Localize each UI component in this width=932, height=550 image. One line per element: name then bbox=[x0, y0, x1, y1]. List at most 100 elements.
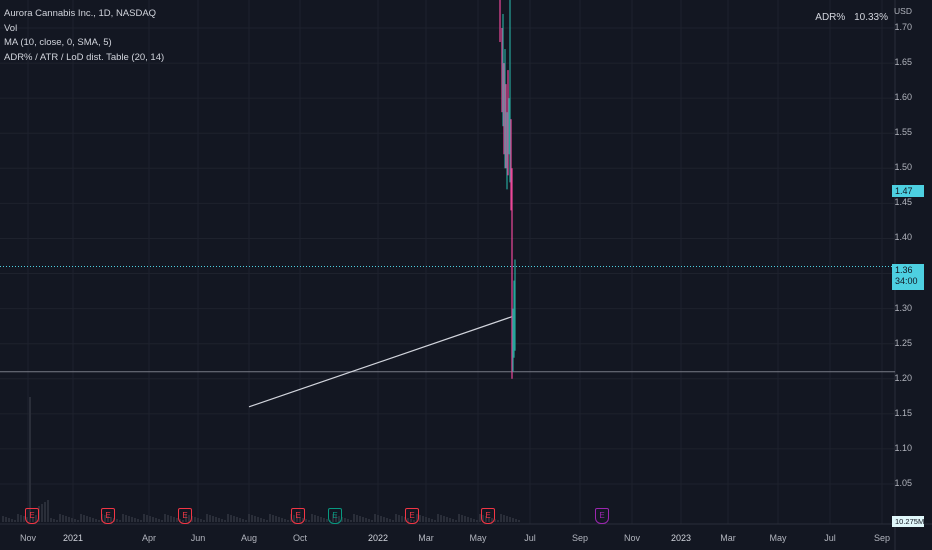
volume-bar bbox=[470, 518, 472, 522]
earnings-event-icon[interactable]: E bbox=[178, 508, 192, 524]
volume-bar bbox=[320, 517, 322, 522]
current-price-tag: 1.36 34:00 bbox=[892, 264, 924, 290]
earnings-event-icon[interactable]: E bbox=[101, 508, 115, 524]
ma-indicator-label[interactable]: MA (10, close, 0, SMA, 5) bbox=[4, 36, 164, 51]
volume-bar bbox=[194, 517, 196, 522]
volume-bar bbox=[224, 520, 226, 522]
volume-bar bbox=[518, 520, 520, 522]
volume-bar bbox=[452, 519, 454, 522]
volume-bar bbox=[497, 520, 499, 522]
earnings-event-icon[interactable]: E bbox=[291, 508, 305, 524]
volume-bar bbox=[206, 514, 208, 522]
volume-bar bbox=[11, 519, 13, 522]
volume-bar bbox=[365, 518, 367, 522]
volume-bar bbox=[158, 519, 160, 522]
volume-bar bbox=[155, 518, 157, 522]
adr-label: ADR% bbox=[815, 12, 846, 23]
volume-bar bbox=[20, 515, 22, 522]
volume-bar bbox=[212, 516, 214, 522]
volume-bar bbox=[476, 520, 478, 522]
volume-bar bbox=[443, 516, 445, 522]
time-tick-label: Nov bbox=[623, 533, 641, 543]
volume-bar bbox=[269, 514, 271, 522]
volume-bar bbox=[140, 520, 142, 522]
volume-bar bbox=[425, 517, 427, 522]
volume-bar bbox=[53, 519, 55, 522]
volume-bar bbox=[44, 502, 46, 522]
price-tick-label: 1.45 bbox=[894, 197, 912, 208]
volume-bar bbox=[152, 517, 154, 522]
volume-bar bbox=[461, 515, 463, 522]
volume-bar bbox=[2, 516, 4, 522]
volume-bar bbox=[464, 516, 466, 522]
price-tick-label: 1.50 bbox=[894, 162, 912, 173]
volume-bar bbox=[197, 518, 199, 522]
volume-bar bbox=[317, 516, 319, 522]
volume-bar bbox=[218, 518, 220, 522]
volume-bar bbox=[137, 519, 139, 522]
volume-bar bbox=[146, 515, 148, 522]
volume-bar bbox=[311, 514, 313, 522]
volume-bar bbox=[134, 518, 136, 522]
volume-bar bbox=[8, 518, 10, 522]
time-tick-label: Oct bbox=[292, 533, 308, 543]
volume-bar bbox=[512, 518, 514, 522]
time-tick-label: May bbox=[769, 533, 787, 543]
time-tick-label: Sep bbox=[873, 533, 891, 543]
volume-bar bbox=[506, 516, 508, 522]
symbol-title[interactable]: Aurora Cannabis Inc., 1D, NASDAQ bbox=[4, 7, 164, 22]
price-tick-label: 1.25 bbox=[894, 337, 912, 348]
earnings-event-icon[interactable]: E bbox=[595, 508, 609, 524]
volume-bar bbox=[50, 518, 52, 522]
volume-bar bbox=[74, 519, 76, 522]
volume-bar bbox=[395, 514, 397, 522]
volume-bar bbox=[431, 519, 433, 522]
volume-bar bbox=[47, 500, 49, 522]
current-price: 1.36 bbox=[895, 265, 913, 275]
volume-bar bbox=[368, 519, 370, 522]
volume-bar bbox=[68, 517, 70, 522]
time-tick-label: May bbox=[469, 533, 487, 543]
volume-bar bbox=[455, 520, 457, 522]
volume-bar bbox=[245, 520, 247, 522]
volume-bar bbox=[5, 517, 7, 522]
price-tick-label: 1.20 bbox=[894, 372, 912, 383]
volume-bar bbox=[362, 517, 364, 522]
volume-bar bbox=[323, 518, 325, 522]
volume-bar bbox=[422, 516, 424, 522]
price-tick-label: 1.40 bbox=[894, 232, 912, 243]
volume-bar bbox=[119, 520, 121, 522]
adr-value: 10.33% bbox=[854, 12, 888, 23]
bar-countdown: 34:00 bbox=[895, 276, 918, 286]
earnings-event-icon[interactable]: E bbox=[481, 508, 495, 524]
volume-bar bbox=[164, 514, 166, 522]
volume-bar bbox=[509, 517, 511, 522]
volume-bar bbox=[344, 518, 346, 522]
time-tick-label: Mar bbox=[418, 533, 434, 543]
volume-bar bbox=[434, 520, 436, 522]
volume-bar bbox=[356, 515, 358, 522]
volume-bar bbox=[242, 519, 244, 522]
volume-bar bbox=[17, 514, 19, 522]
volume-bar bbox=[383, 517, 385, 522]
volume-bar bbox=[236, 517, 238, 522]
time-tick-label: Aug bbox=[240, 533, 258, 543]
volume-bar bbox=[284, 519, 286, 522]
currency-label[interactable]: USD bbox=[894, 6, 912, 16]
earnings-event-icon[interactable]: E bbox=[328, 508, 342, 524]
volume-bar bbox=[287, 520, 289, 522]
earnings-event-icon[interactable]: E bbox=[25, 508, 39, 524]
volume-bar bbox=[254, 516, 256, 522]
volume-bar bbox=[128, 516, 130, 522]
chart-legend: Aurora Cannabis Inc., 1D, NASDAQ Vol MA … bbox=[4, 7, 164, 65]
volume-bar bbox=[239, 518, 241, 522]
volume-indicator-label[interactable]: Vol bbox=[4, 22, 164, 37]
price-chart[interactable] bbox=[0, 0, 932, 550]
volume-bar bbox=[272, 515, 274, 522]
time-tick-label: Mar bbox=[720, 533, 736, 543]
earnings-event-icon[interactable]: E bbox=[405, 508, 419, 524]
volume-bar bbox=[59, 514, 61, 522]
adr-table-indicator-label[interactable]: ADR% / ATR / LoD dist. Table (20, 14) bbox=[4, 51, 164, 66]
volume-bar bbox=[500, 514, 502, 522]
volume-bar bbox=[215, 517, 217, 522]
